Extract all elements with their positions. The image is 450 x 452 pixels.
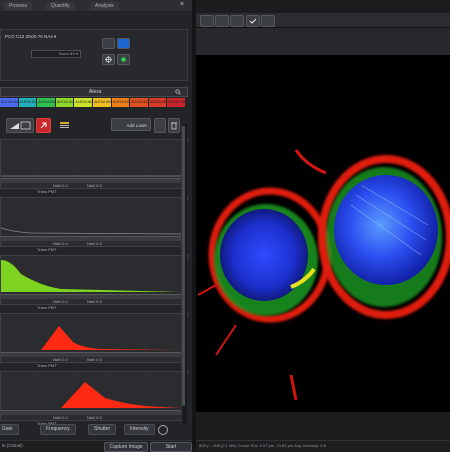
detector-tabs: Gain Frequency Shutter Intensity	[0, 424, 186, 435]
laser-toolbar: Add Laser	[0, 115, 186, 135]
close-icon[interactable]: ×	[180, 1, 184, 8]
record-icon[interactable]	[158, 425, 168, 435]
search-icon[interactable]	[175, 89, 181, 95]
viewer-toolbar	[196, 13, 450, 28]
live-view-button[interactable]	[117, 38, 130, 49]
filter-chip[interactable]: ALEXA 532	[37, 98, 56, 107]
filter-chip[interactable]: ALEXA 633	[111, 98, 131, 107]
histogram-plot	[1, 140, 181, 178]
histogram-mode-button[interactable]	[6, 118, 34, 133]
objective-select[interactable]: PCO C12 20x/0.75 NA4 ▾	[5, 34, 56, 40]
dye-search-bar[interactable]: Alexa	[0, 87, 188, 97]
filter-chip[interactable]: ALEXA 514	[18, 98, 38, 107]
detector-label: Trans PMT	[37, 363, 57, 368]
start-label: Start	[165, 444, 177, 450]
range-max-label: NaN 0.5	[87, 241, 102, 246]
histogram-plot	[1, 256, 181, 294]
range-min-label: NaN 0.0	[53, 183, 68, 188]
start-button[interactable]: Start	[150, 442, 192, 452]
pan-icon[interactable]	[215, 15, 229, 27]
range-max-label: NaN 0.5	[87, 183, 102, 188]
crop-icon[interactable]	[261, 15, 275, 27]
zoom-icon[interactable]	[230, 15, 244, 27]
filter-chip[interactable]: ALEXA 568	[74, 98, 93, 107]
settings-icon[interactable]	[154, 118, 166, 133]
histogram-curve	[1, 227, 181, 235]
histogram-curve	[1, 326, 181, 350]
histogram-panel[interactable]: NaN 0.0NaN 0.5Trans PMT×	[0, 197, 188, 252]
objective-panel: PCO C12 20x/0.75 NA4 ▾ Zoom 8X ▾	[0, 29, 188, 81]
histogram-plot	[1, 314, 181, 352]
filter-chip[interactable]: ALEXA 750	[167, 98, 186, 107]
filter-chip[interactable]: ALEXA 680	[148, 98, 168, 107]
histogram-panel[interactable]: NaN 0.0NaN 0.5Trans PMT×	[0, 139, 188, 194]
capture-label: Capture Image	[109, 444, 143, 450]
histogram-plot	[1, 198, 181, 236]
red-channel-button[interactable]	[36, 118, 51, 133]
trash-icon[interactable]	[168, 118, 180, 133]
tab-frequency[interactable]: Frequency	[40, 424, 76, 435]
add-laser-label: Add Laser	[126, 123, 147, 128]
capture-image-button[interactable]: Capture Image	[104, 442, 148, 452]
range-min-label: NaN 0.0	[53, 357, 68, 362]
image-viewer[interactable]	[196, 55, 450, 412]
tab-process[interactable]: Process	[4, 2, 33, 10]
filter-strip: ALEXA 405 ALEXA 514 ALEXA 532 ALEXA 546 ALEX…	[0, 98, 186, 107]
tab-quantify[interactable]: Quantify	[46, 2, 75, 10]
dye-search-label: Alexa	[89, 89, 102, 95]
histogram-curve	[1, 382, 181, 408]
range-min-label: NaN 0.0	[53, 415, 68, 420]
histogram-panel[interactable]: NaN 0.0NaN 0.5Trans PMT×	[0, 371, 188, 426]
tab-gain[interactable]: Gain	[0, 424, 19, 435]
histogram-curve	[1, 260, 181, 292]
check-icon[interactable]	[246, 15, 260, 27]
green-status-icon[interactable]	[117, 54, 130, 65]
detector-label: Trans PMT	[37, 189, 57, 194]
histogram-panel[interactable]: NaN 0.0NaN 0.5Trans PMT×	[0, 313, 188, 368]
range-max-label: NaN 0.5	[87, 299, 102, 304]
add-laser-button[interactable]: Add Laser	[111, 118, 151, 131]
filter-chip[interactable]: ALEXA 405	[0, 98, 19, 107]
display-mode-button[interactable]	[102, 38, 115, 49]
histogram-plot	[1, 372, 181, 410]
viewer-status-bar: 808 y – 808 (2.1 MB) Cursor Pos: 0.07 μm…	[196, 440, 450, 451]
range-max-label: NaN 0.5	[87, 415, 102, 420]
filter-chip[interactable]: ALEXA 546	[55, 98, 75, 107]
scrollbar-thumb[interactable]	[182, 126, 185, 406]
acquisition-panel: PCO C12 20x/0.75 NA4 ▾ Zoom 8X ▾ Alexa A…	[0, 11, 192, 450]
filter-chip[interactable]: ALEXA 647	[130, 98, 149, 107]
tab-intensity[interactable]: Intensity	[124, 424, 155, 435]
tab-analysis[interactable]: Analysis	[90, 2, 119, 10]
list-icon[interactable]	[58, 118, 71, 133]
range-min-label: NaN 0.0	[53, 241, 68, 246]
detector-label: Trans PMT	[37, 305, 57, 310]
range-min-label: NaN 0.0	[53, 299, 68, 304]
zoom-select[interactable]: Zoom 8X ▾	[31, 50, 81, 58]
detector-label: Trans PMT	[37, 247, 57, 252]
tab-shutter[interactable]: Shutter	[88, 424, 117, 435]
select-icon[interactable]	[200, 15, 214, 27]
snowflake-icon[interactable]	[102, 54, 115, 65]
global-label: le (Global)	[2, 443, 23, 448]
range-max-label: NaN 0.5	[87, 357, 102, 362]
cell-micrograph	[197, 149, 450, 401]
histogram-panel[interactable]: NaN 0.0NaN 0.5Trans PMT×	[0, 255, 188, 310]
filter-chip[interactable]: ALEXA 594	[92, 98, 112, 107]
viewer-header	[196, 28, 450, 55]
